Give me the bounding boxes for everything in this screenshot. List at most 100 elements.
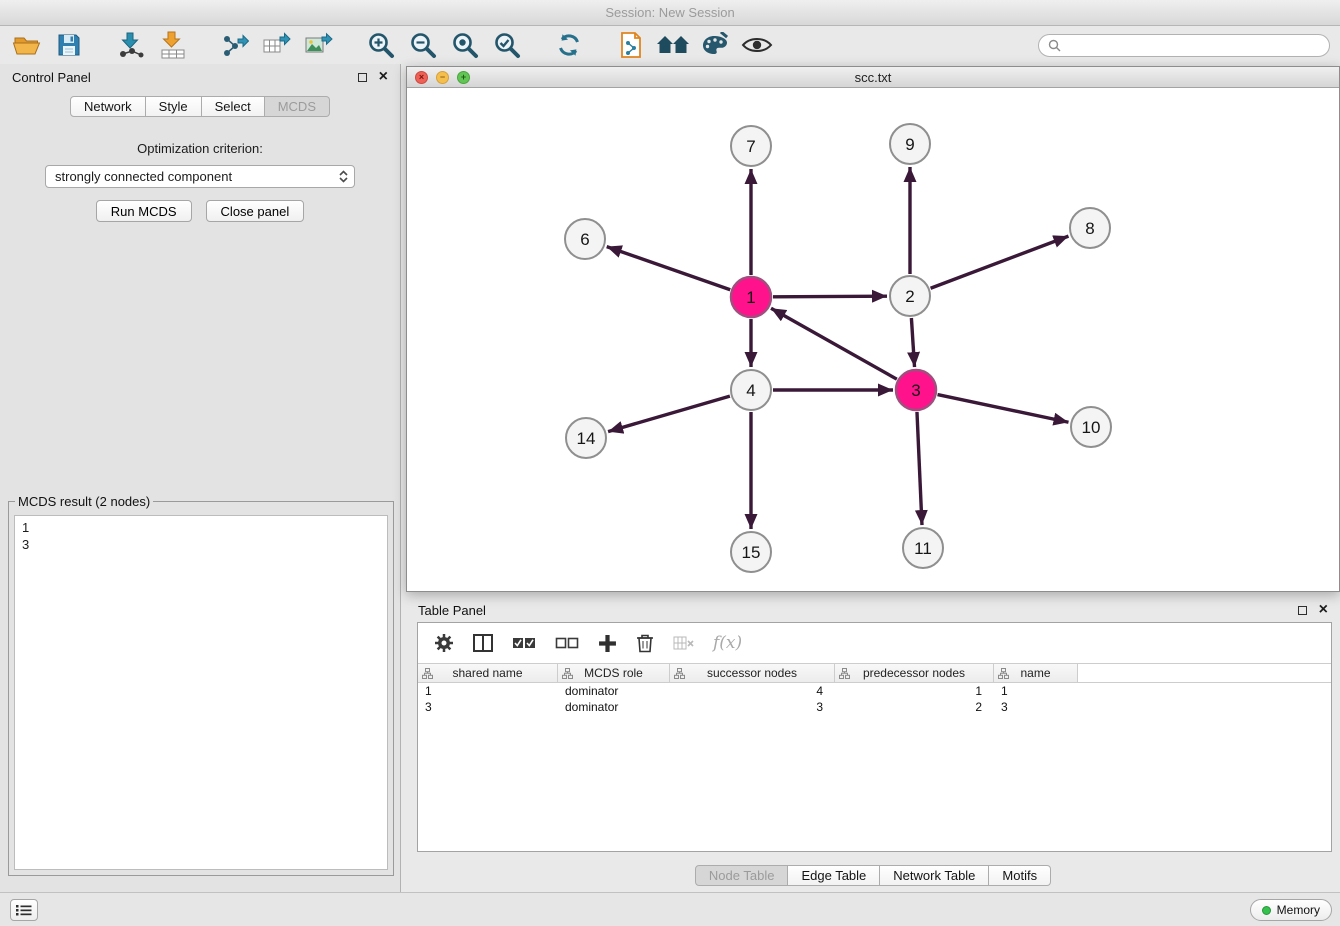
mcds-buttons-row: Run MCDS Close panel — [0, 200, 400, 222]
add-row-icon[interactable] — [598, 634, 617, 653]
save-session-icon[interactable] — [52, 29, 86, 61]
window-titlebar[interactable]: Session: New Session — [0, 0, 1340, 26]
list-icon — [16, 904, 32, 916]
column-header-shared-name[interactable]: shared name — [418, 664, 558, 682]
zoom-selected-icon[interactable] — [490, 29, 524, 61]
table-cell[interactable]: dominator — [558, 683, 670, 699]
run-mcds-button[interactable]: Run MCDS — [96, 200, 192, 222]
network-canvas[interactable]: 1234678910111415 — [407, 88, 1339, 591]
network-window-title: scc.txt — [855, 70, 892, 85]
graph-node-label: 8 — [1085, 219, 1094, 238]
palette-icon[interactable] — [698, 29, 732, 61]
graph-node-label: 2 — [905, 287, 914, 306]
tab-style[interactable]: Style — [146, 96, 202, 117]
zoom-in-icon[interactable] — [364, 29, 398, 61]
import-table-icon[interactable] — [156, 29, 190, 61]
close-panel-button[interactable]: Close panel — [206, 200, 305, 222]
optimization-dropdown[interactable]: strongly connected component — [45, 165, 355, 188]
optimization-label: Optimization criterion: — [0, 141, 400, 156]
column-header-MCDS-role[interactable]: MCDS role — [558, 664, 670, 682]
table-cell[interactable]: 3 — [670, 699, 835, 715]
graph-node-label: 9 — [905, 135, 914, 154]
deselect-all-rows-icon[interactable] — [555, 637, 579, 650]
column-tree-icon — [422, 668, 433, 682]
graph-edge-3-11[interactable] — [917, 412, 922, 525]
column-tree-icon — [839, 668, 850, 682]
table-panel-title: Table Panel — [418, 603, 486, 618]
column-header-label: predecessor nodes — [835, 666, 993, 680]
close-window-icon[interactable]: × — [415, 71, 428, 84]
network-window-titlebar[interactable]: × − + scc.txt — [407, 67, 1339, 88]
table-panel-header: Table Panel × — [406, 597, 1340, 623]
window-title: Session: New Session — [605, 5, 734, 20]
table-cell[interactable]: 1 — [835, 683, 994, 699]
table-container: f(x) shared nameMCDS rolesuccessor nodes… — [417, 622, 1332, 852]
search-input[interactable] — [1066, 38, 1320, 52]
tab-mcds[interactable]: MCDS — [265, 96, 330, 117]
graph-edge-1-2[interactable] — [773, 296, 887, 297]
mcds-result-list[interactable]: 13 — [14, 515, 388, 870]
network-document-icon[interactable] — [614, 29, 648, 61]
graph-edge-4-14[interactable] — [608, 396, 730, 431]
graph-edge-2-8[interactable] — [931, 236, 1069, 288]
mcds-result-line: 1 — [22, 519, 380, 536]
graph-edge-3-1[interactable] — [771, 308, 897, 379]
import-network-icon[interactable] — [114, 29, 148, 61]
table-cell[interactable]: dominator — [558, 699, 670, 715]
mcds-result-box: MCDS result (2 nodes) 13 — [8, 494, 394, 876]
network-window: × − + scc.txt 1234678910111415 — [406, 66, 1340, 592]
home-icon[interactable] — [656, 29, 690, 61]
show-columns-icon[interactable] — [473, 634, 493, 652]
search-box[interactable] — [1038, 34, 1330, 57]
close-panel-icon[interactable]: × — [379, 72, 388, 82]
table-tab-motifs[interactable]: Motifs — [989, 865, 1051, 886]
column-header-successor-nodes[interactable]: successor nodes — [670, 664, 835, 682]
network-graph[interactable]: 1234678910111415 — [407, 88, 1339, 591]
export-image-icon[interactable] — [302, 29, 336, 61]
export-network-icon[interactable] — [218, 29, 252, 61]
table-cell[interactable]: 2 — [835, 699, 994, 715]
export-table-icon[interactable] — [260, 29, 294, 61]
refresh-view-icon[interactable] — [552, 29, 586, 61]
table-cell[interactable]: 1 — [418, 683, 558, 699]
table-panel: Table Panel × — [406, 597, 1340, 892]
minimize-window-icon[interactable]: − — [436, 71, 449, 84]
delete-column-icon[interactable] — [673, 636, 694, 651]
memory-button[interactable]: Memory — [1250, 899, 1332, 921]
table-cell[interactable]: 1 — [994, 683, 1078, 699]
status-bar: Memory — [0, 892, 1340, 926]
eye-icon[interactable] — [740, 29, 774, 61]
table-row[interactable]: 1dominator411 — [418, 683, 1331, 699]
float-panel-icon[interactable] — [358, 73, 367, 82]
panel-list-button[interactable] — [10, 899, 38, 921]
table-tab-network-table[interactable]: Network Table — [880, 865, 989, 886]
zoom-window-icon[interactable]: + — [457, 71, 470, 84]
column-settings-gear-icon[interactable] — [434, 633, 454, 653]
tab-network[interactable]: Network — [70, 96, 146, 117]
main-toolbar — [0, 26, 1340, 64]
table-tab-node-table[interactable]: Node Table — [695, 865, 789, 886]
control-panel-title: Control Panel — [12, 70, 91, 85]
close-table-panel-icon[interactable]: × — [1319, 605, 1328, 615]
column-header-predecessor-nodes[interactable]: predecessor nodes — [835, 664, 994, 682]
graph-node-label: 4 — [746, 381, 755, 400]
graph-edge-1-6[interactable] — [607, 247, 731, 290]
zoom-fit-icon[interactable] — [448, 29, 482, 61]
graph-node-label: 10 — [1082, 418, 1101, 437]
open-file-icon[interactable] — [10, 29, 44, 61]
graph-edge-3-10[interactable] — [938, 395, 1069, 423]
table-cell[interactable]: 3 — [418, 699, 558, 715]
zoom-out-icon[interactable] — [406, 29, 440, 61]
select-all-rows-icon[interactable] — [512, 637, 536, 650]
delete-row-icon[interactable] — [636, 633, 654, 653]
graph-edge-2-3[interactable] — [911, 318, 914, 367]
float-table-panel-icon[interactable] — [1298, 606, 1307, 615]
graph-node-label: 14 — [577, 429, 596, 448]
table-row[interactable]: 3dominator323 — [418, 699, 1331, 715]
column-header-name[interactable]: name — [994, 664, 1078, 682]
function-builder-icon[interactable]: f(x) — [713, 633, 742, 653]
table-cell[interactable]: 4 — [670, 683, 835, 699]
table-tab-edge-table[interactable]: Edge Table — [788, 865, 880, 886]
table-cell[interactable]: 3 — [994, 699, 1078, 715]
tab-select[interactable]: Select — [202, 96, 265, 117]
